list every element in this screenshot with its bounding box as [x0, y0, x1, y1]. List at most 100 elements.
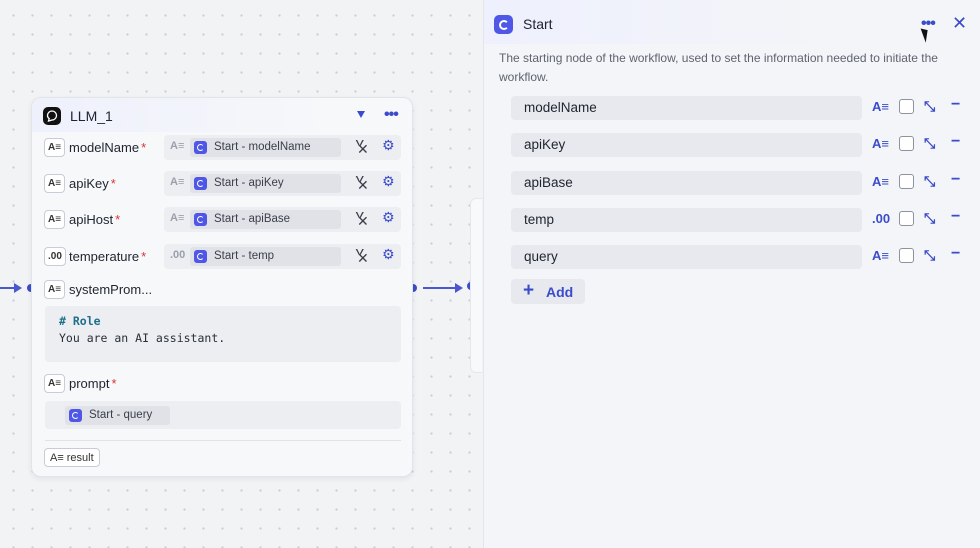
reference-tag-label: Start - modelName	[214, 141, 311, 153]
required-mark: *	[111, 376, 117, 391]
param-row-apikey: A≡ apiKey * A≡ Start - apiKey ✕ v ⚙	[32, 171, 412, 197]
text-type-icon[interactable]: A≡	[872, 136, 889, 151]
required-checkbox[interactable]	[899, 136, 914, 151]
reference-selector[interactable]: A≡ Start - modelName ✕ v ⚙	[164, 135, 401, 160]
number-type-icon[interactable]: .00	[872, 211, 890, 226]
expand-icon[interactable]: ⤡	[924, 210, 935, 227]
required-mark: *	[141, 140, 147, 155]
llm-node[interactable]: LLM_1 ••• A≡ modelName * A≡ Start - model…	[31, 97, 413, 477]
reference-tag: Start - apiKey ✕	[190, 174, 369, 193]
reference-selector[interactable]: A≡ Start - apiBase ✕ v ⚙	[164, 207, 401, 232]
text-type-icon: A≡	[50, 451, 64, 464]
expand-icon[interactable]: ⤡	[924, 173, 935, 190]
required-mark: *	[110, 176, 116, 191]
param-label: prompt *	[69, 376, 117, 391]
panel-header: Start ••• ✕	[484, 0, 980, 44]
field-row-apikey: apiKey A≡ ⤡ −	[511, 133, 971, 158]
incoming-arrow-icon	[14, 283, 22, 293]
caret-down-icon[interactable]	[357, 111, 365, 118]
field-name-input[interactable]: apiBase	[511, 171, 862, 195]
code-text: You are an AI assistant.	[59, 331, 226, 345]
more-horizontal-icon[interactable]: •••	[384, 106, 399, 124]
field-row-modelname: modelName A≡ ⤡ −	[511, 96, 971, 121]
start-node-icon	[194, 141, 207, 154]
text-type-icon: A≡	[44, 210, 66, 229]
chevron-down-icon[interactable]: v	[356, 173, 364, 185]
text-type-icon[interactable]: A≡	[872, 99, 889, 114]
close-icon[interactable]: ✕	[952, 13, 967, 34]
required-checkbox[interactable]	[899, 99, 914, 114]
outgoing-arrow-icon	[455, 283, 463, 293]
param-name: apiHost	[69, 212, 114, 227]
panel-description: The starting node of the workflow, used …	[499, 51, 938, 84]
llm-logo-icon	[43, 107, 61, 125]
divider	[45, 440, 401, 441]
minus-icon[interactable]: −	[951, 133, 960, 151]
field-name-input[interactable]: temp	[511, 208, 862, 232]
minus-icon[interactable]: −	[951, 245, 960, 263]
start-node-icon	[494, 15, 513, 34]
reference-tag-label: Start - apiKey	[214, 177, 284, 189]
chevron-down-icon[interactable]: v	[356, 246, 364, 258]
param-label: modelName *	[69, 140, 146, 155]
expand-icon[interactable]: ⤡	[924, 135, 935, 152]
text-type-icon[interactable]: A≡	[872, 248, 889, 263]
reference-tag-label: Start - temp	[214, 250, 275, 262]
value-type-icon: A≡	[170, 176, 185, 188]
start-node-icon	[69, 409, 82, 422]
required-checkbox[interactable]	[899, 211, 914, 226]
expand-icon[interactable]: ⤡	[924, 247, 935, 264]
chevron-down-icon[interactable]: v	[356, 209, 364, 221]
reference-tag-label: Start - apiBase	[214, 213, 291, 225]
minus-icon[interactable]: −	[951, 96, 960, 114]
output-result-chip[interactable]: A≡ result	[44, 448, 100, 467]
minus-icon[interactable]: −	[951, 208, 960, 226]
param-name: systemProm...	[69, 282, 153, 297]
text-type-icon: A≡	[44, 174, 66, 193]
start-node-icon	[194, 213, 207, 226]
expand-icon[interactable]: ⤡	[924, 98, 935, 115]
param-row-apihost: A≡ apiHost * A≡ Start - apiBase ✕ v ⚙	[32, 207, 412, 233]
param-row-prompt: A≡ prompt *	[32, 371, 412, 397]
llm-node-header: LLM_1 •••	[32, 98, 412, 132]
param-label: apiKey *	[69, 176, 116, 191]
field-row-apibase: apiBase A≡ ⤡ −	[511, 171, 971, 196]
add-field-button[interactable]: + Add	[511, 279, 585, 304]
text-type-icon[interactable]: A≡	[872, 174, 889, 189]
gear-icon[interactable]: ⚙	[382, 137, 395, 154]
panel-title: Start	[523, 16, 553, 32]
value-type-icon: A≡	[170, 140, 185, 152]
required-checkbox[interactable]	[899, 174, 914, 189]
reference-tag: Start - apiBase ✕	[190, 210, 369, 229]
reference-selector[interactable]: A≡ Start - apiKey ✕ v ⚙	[164, 171, 401, 196]
required-mark: *	[115, 212, 121, 227]
reference-tag: Start - query	[65, 406, 170, 425]
start-node-icon	[194, 177, 207, 190]
start-node-icon	[194, 250, 207, 263]
param-name: prompt	[69, 376, 110, 391]
value-type-icon: A≡	[170, 212, 185, 224]
chevron-down-icon[interactable]: v	[356, 137, 364, 149]
reference-tag-label: Start - query	[89, 409, 153, 421]
gear-icon[interactable]: ⚙	[382, 173, 395, 190]
required-mark: *	[141, 249, 147, 264]
text-type-icon: A≡	[44, 138, 66, 157]
param-row-modelname: A≡ modelName * A≡ Start - modelName ✕ v ⚙	[32, 135, 412, 161]
required-checkbox[interactable]	[899, 248, 914, 263]
field-row-query: query A≡ ⤡ −	[511, 245, 971, 270]
reference-tag: Start - temp ✕	[190, 247, 369, 266]
field-name-input[interactable]: modelName	[511, 96, 862, 120]
reference-selector[interactable]: .00 Start - temp ✕ v ⚙	[164, 244, 401, 269]
text-type-icon: A≡	[44, 280, 66, 299]
system-prompt-editor[interactable]: # Role You are an AI assistant.	[45, 306, 401, 362]
param-name: modelName	[69, 140, 140, 155]
field-name-input[interactable]: query	[511, 245, 862, 269]
gear-icon[interactable]: ⚙	[382, 209, 395, 226]
plus-icon: +	[523, 280, 535, 301]
prompt-editor[interactable]: Start - query	[45, 401, 401, 429]
field-name-input[interactable]: apiKey	[511, 133, 862, 157]
minus-icon[interactable]: −	[951, 171, 960, 189]
code-heading: # Role	[59, 314, 101, 328]
value-type-icon: .00	[170, 249, 186, 261]
gear-icon[interactable]: ⚙	[382, 246, 395, 263]
